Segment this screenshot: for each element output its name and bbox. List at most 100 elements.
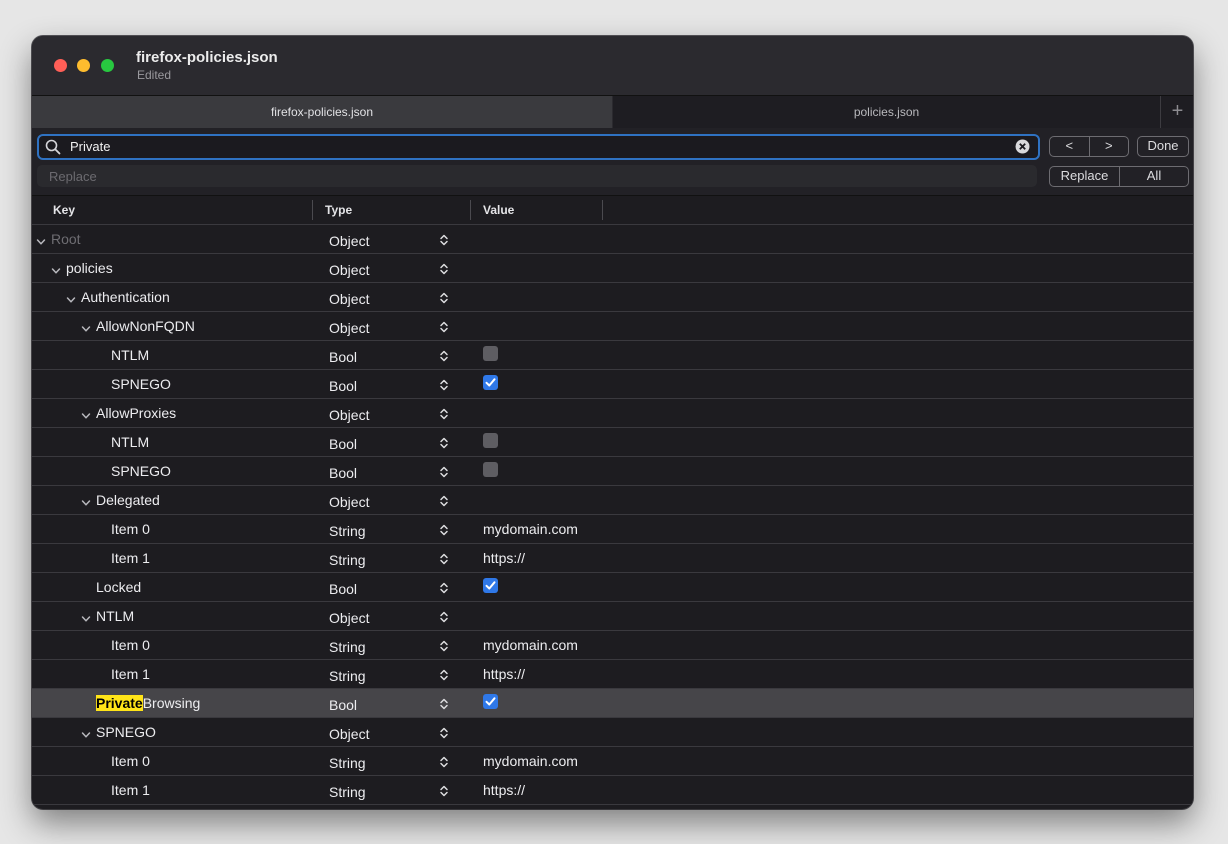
outline-row[interactable]: Locked Bool — [32, 573, 1193, 602]
checkbox-unchecked[interactable] — [483, 346, 498, 361]
row-key[interactable]: Item 0 — [111, 753, 150, 769]
disclosure-chevron-icon[interactable] — [51, 263, 61, 274]
row-key[interactable]: Locked — [96, 579, 141, 595]
row-type[interactable]: String — [329, 552, 366, 568]
replace-all-button[interactable]: All — [1119, 167, 1188, 186]
minimize-window-button[interactable] — [77, 59, 90, 72]
outline-row[interactable]: SPNEGO Bool — [32, 370, 1193, 399]
outline-row[interactable]: NTLM Object — [32, 602, 1193, 631]
close-window-button[interactable] — [54, 59, 67, 72]
outline-row[interactable]: AllowNonFQDN Object — [32, 312, 1193, 341]
type-column-header[interactable]: Type — [325, 203, 352, 217]
replace-button[interactable]: Replace — [1050, 167, 1119, 186]
row-type[interactable]: Bool — [329, 349, 357, 365]
row-type[interactable]: String — [329, 755, 366, 771]
type-popup-chevrons-icon[interactable] — [439, 784, 449, 803]
row-key[interactable]: Item 1 — [111, 666, 150, 682]
outline-row[interactable]: policies Object — [32, 254, 1193, 283]
column-divider[interactable] — [470, 200, 471, 220]
row-key[interactable]: Authentication — [81, 289, 170, 305]
replace-field[interactable]: Replace — [37, 165, 1037, 187]
row-key[interactable]: AllowNonFQDN — [96, 318, 195, 334]
disclosure-chevron-icon[interactable] — [81, 408, 91, 419]
type-popup-chevrons-icon[interactable] — [439, 755, 449, 774]
row-type[interactable]: Object — [329, 320, 369, 336]
row-type[interactable]: Bool — [329, 378, 357, 394]
type-popup-chevrons-icon[interactable] — [439, 610, 449, 629]
value-column-header[interactable]: Value — [483, 203, 514, 217]
type-popup-chevrons-icon[interactable] — [439, 320, 449, 339]
row-key[interactable]: SPNEGO — [111, 463, 171, 479]
outline-row[interactable]: Item 0 String mydomain.com — [32, 747, 1193, 776]
outline-row[interactable]: NTLM Bool — [32, 428, 1193, 457]
row-type[interactable]: Object — [329, 494, 369, 510]
disclosure-chevron-icon[interactable] — [81, 321, 91, 332]
row-key[interactable]: SPNEGO — [96, 724, 156, 740]
type-popup-chevrons-icon[interactable] — [439, 552, 449, 571]
type-popup-chevrons-icon[interactable] — [439, 291, 449, 310]
zoom-window-button[interactable] — [101, 59, 114, 72]
type-popup-chevrons-icon[interactable] — [439, 726, 449, 745]
row-type[interactable]: Object — [329, 407, 369, 423]
checkbox-unchecked[interactable] — [483, 462, 498, 477]
row-key[interactable]: Item 0 — [111, 521, 150, 537]
type-popup-chevrons-icon[interactable] — [439, 378, 449, 397]
clear-search-icon[interactable] — [1015, 139, 1030, 159]
tab-firefox-policies[interactable]: firefox-policies.json — [32, 96, 612, 128]
row-type[interactable]: Object — [329, 610, 369, 626]
outline-row[interactable]: Item 0 String mydomain.com — [32, 515, 1193, 544]
column-divider[interactable] — [602, 200, 603, 220]
row-value[interactable]: https:// — [483, 782, 525, 798]
row-key[interactable]: NTLM — [111, 347, 149, 363]
row-key[interactable]: policies — [66, 260, 113, 276]
previous-match-button[interactable]: < — [1050, 137, 1089, 156]
disclosure-chevron-icon[interactable] — [81, 727, 91, 738]
row-key[interactable]: Item 1 — [111, 782, 150, 798]
row-type[interactable]: String — [329, 639, 366, 655]
column-divider[interactable] — [312, 200, 313, 220]
row-value[interactable]: https:// — [483, 666, 525, 682]
done-button[interactable]: Done — [1137, 136, 1189, 157]
row-key[interactable]: AllowProxies — [96, 405, 176, 421]
type-popup-chevrons-icon[interactable] — [439, 436, 449, 455]
type-popup-chevrons-icon[interactable] — [439, 407, 449, 426]
row-key[interactable]: NTLM — [96, 608, 134, 624]
row-type[interactable]: String — [329, 523, 366, 539]
row-key[interactable]: Root — [51, 231, 81, 247]
row-type[interactable]: Bool — [329, 436, 357, 452]
next-match-button[interactable]: > — [1088, 137, 1129, 156]
row-key[interactable]: PrivateBrowsing — [96, 695, 200, 711]
outline-row[interactable]: Item 1 String https:// — [32, 660, 1193, 689]
row-key[interactable]: Item 0 — [111, 637, 150, 653]
tab-policies[interactable]: policies.json — [613, 96, 1160, 128]
outline-row[interactable]: Authentication Object — [32, 283, 1193, 312]
outline-row[interactable]: SPNEGO Object — [32, 718, 1193, 747]
outline-row[interactable]: NTLM Bool — [32, 341, 1193, 370]
disclosure-chevron-icon[interactable] — [66, 292, 76, 303]
disclosure-chevron-icon[interactable] — [81, 495, 91, 506]
type-popup-chevrons-icon[interactable] — [439, 581, 449, 600]
outline-row[interactable]: PrivateBrowsing Bool — [32, 689, 1193, 718]
row-type[interactable]: Object — [329, 233, 369, 249]
row-type[interactable]: Object — [329, 291, 369, 307]
outline-row[interactable]: Item 0 String mydomain.com — [32, 631, 1193, 660]
row-key[interactable]: Item 1 — [111, 550, 150, 566]
row-type[interactable]: Bool — [329, 465, 357, 481]
checkbox-checked[interactable] — [483, 578, 498, 593]
type-popup-chevrons-icon[interactable] — [439, 697, 449, 716]
row-value[interactable]: mydomain.com — [483, 637, 578, 653]
type-popup-chevrons-icon[interactable] — [439, 523, 449, 542]
outline-row[interactable]: SPNEGO Bool — [32, 457, 1193, 486]
outline-row[interactable]: AllowProxies Object — [32, 399, 1193, 428]
outline-row[interactable]: Root Object — [32, 225, 1193, 254]
type-popup-chevrons-icon[interactable] — [439, 465, 449, 484]
outline-row[interactable]: Item 1 String https:// — [32, 544, 1193, 573]
row-type[interactable]: String — [329, 784, 366, 800]
row-type[interactable]: Bool — [329, 697, 357, 713]
checkbox-checked[interactable] — [483, 375, 498, 390]
row-type[interactable]: String — [329, 668, 366, 684]
type-popup-chevrons-icon[interactable] — [439, 262, 449, 281]
type-popup-chevrons-icon[interactable] — [439, 233, 449, 252]
key-column-header[interactable]: Key — [53, 203, 75, 217]
checkbox-checked[interactable] — [483, 694, 498, 709]
